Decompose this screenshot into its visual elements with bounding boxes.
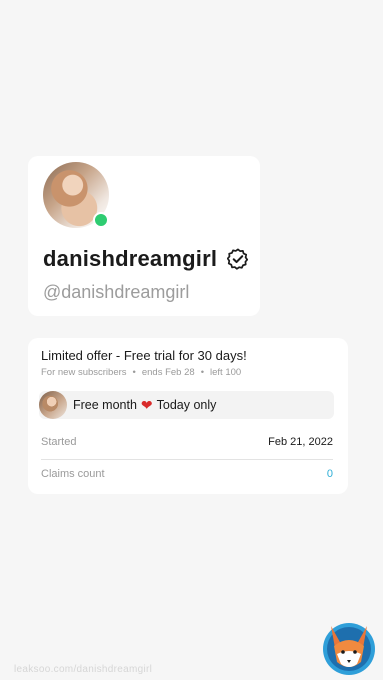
profile-card: danishdreamgirl @danishdreamgirl (28, 156, 260, 316)
page: danishdreamgirl @danishdreamgirl Limited… (0, 0, 383, 680)
offer-card: Limited offer - Free trial for 30 days! … (28, 338, 348, 494)
username: @danishdreamgirl (43, 282, 190, 302)
online-status-indicator (93, 212, 109, 228)
offer-meta: For new subscribers • ends Feb 28 • left… (41, 367, 241, 378)
started-row: Started Feb 21, 2022 (41, 436, 333, 448)
offer-title: Limited offer - Free trial for 30 days! (41, 348, 247, 363)
claims-label: Claims count (41, 468, 105, 480)
watermark-text: leaksoo.com/danishdreamgirl (14, 664, 153, 675)
meta-separator: • (200, 367, 205, 378)
fox-logo (323, 623, 375, 675)
claims-row: Claims count 0 (41, 468, 333, 480)
display-name: danishdreamgirl (43, 246, 218, 271)
meta-separator: • (132, 367, 136, 378)
offer-audience: For new subscribers (41, 367, 127, 378)
offer-end-date: ends Feb 28 (141, 367, 195, 378)
offer-remaining: left 100 (210, 367, 242, 378)
claims-count-link[interactable]: 0 (327, 468, 333, 480)
promo-banner[interactable]: Free month ❤ Today only (39, 391, 334, 419)
started-label: Started (41, 436, 77, 448)
promo-avatar (39, 391, 67, 419)
verified-badge-icon (227, 248, 249, 270)
promo-text-after: Today only (156, 398, 217, 412)
promo-text-before: Free month (73, 398, 137, 412)
promo-text: Free month ❤ Today only (73, 398, 216, 412)
started-value: Feb 21, 2022 (268, 436, 333, 448)
heart-icon: ❤ (140, 397, 153, 413)
display-name-row: danishdreamgirl (43, 246, 249, 272)
divider (41, 459, 333, 460)
